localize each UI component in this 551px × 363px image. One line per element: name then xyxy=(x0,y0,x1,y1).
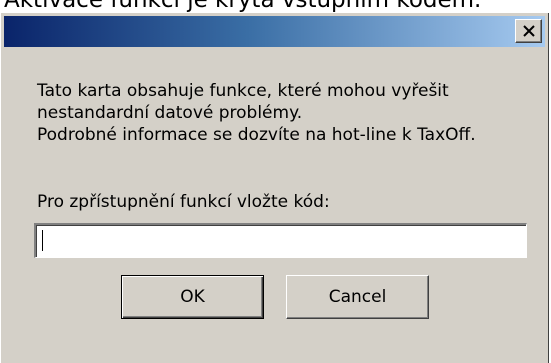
close-icon xyxy=(522,25,535,37)
screen: Aktivace funkcí je krytá vstupním kódem.… xyxy=(0,0,551,363)
ok-button[interactable]: OK xyxy=(121,275,264,319)
code-prompt-label: Pro zpřístupnění funkcí vložte kód: xyxy=(37,192,330,212)
message-line: Podrobné informace se dozvíte na hot-lin… xyxy=(37,125,476,145)
message-line: nestandardní datové problémy. xyxy=(37,103,303,123)
caption-text: Aktivace funkcí je krytá vstupním kódem. xyxy=(4,0,482,13)
message-line: Tato karta obsahuje funkce, které mohou … xyxy=(37,81,449,101)
cancel-button[interactable]: Cancel xyxy=(286,275,429,319)
dialog-message: Tato karta obsahuje funkce, které mohou … xyxy=(37,80,537,146)
code-input[interactable] xyxy=(34,223,527,258)
close-button[interactable] xyxy=(515,19,542,43)
code-dialog: Tato karta obsahuje funkce, které mohou … xyxy=(0,13,549,363)
text-caret xyxy=(42,230,43,251)
dialog-titlebar[interactable] xyxy=(4,16,545,47)
